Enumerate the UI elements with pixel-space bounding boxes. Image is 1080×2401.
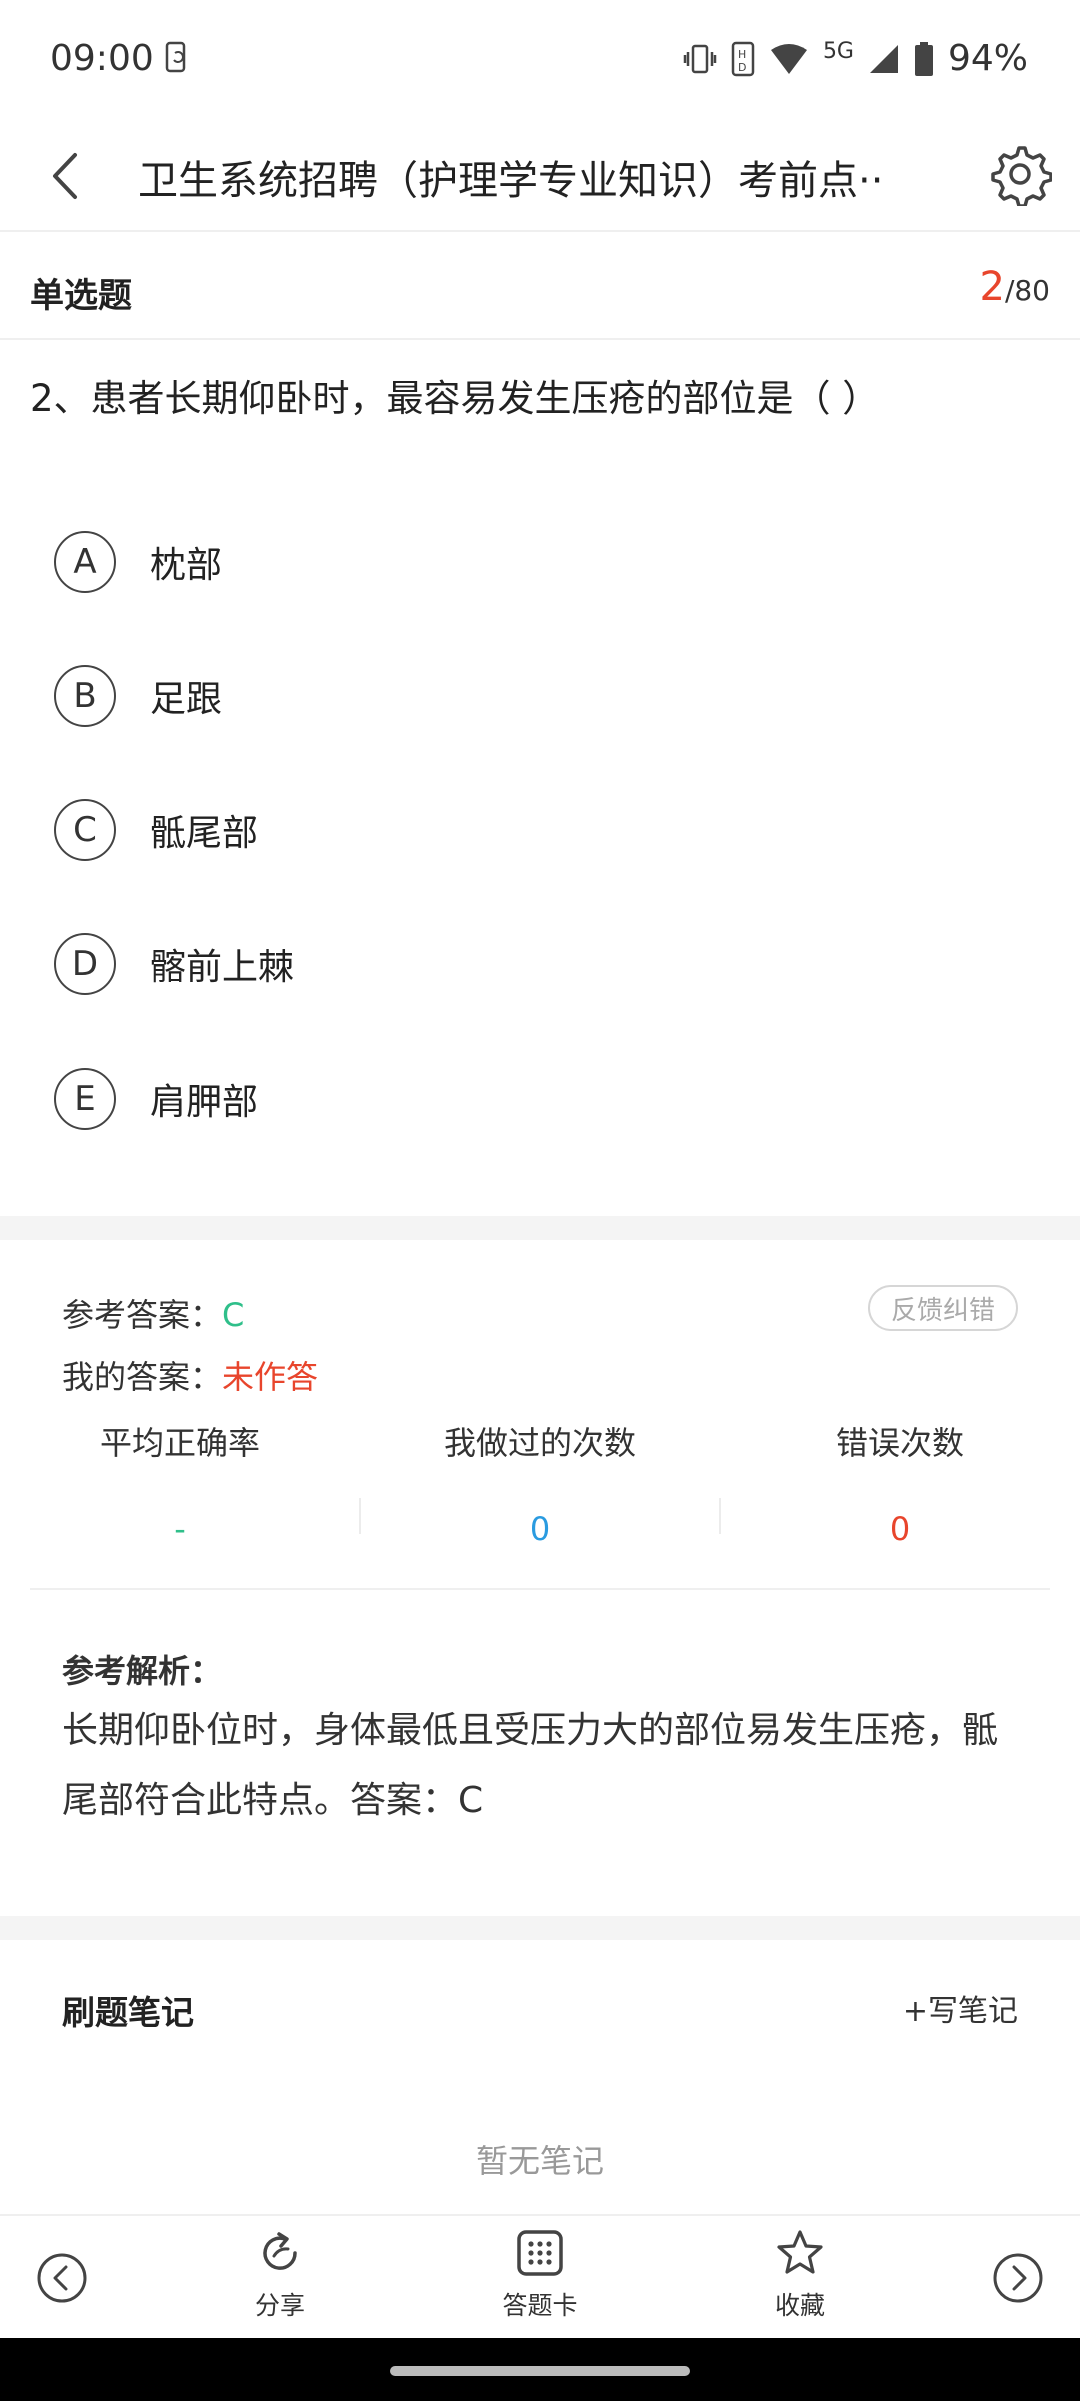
option-text: 枕部 [150,545,223,586]
option-d[interactable]: D 髂前上棘 [54,932,294,996]
data-icon: H D [731,41,755,76]
question-type-bar: 单选题 2 /80 [0,234,1080,340]
signal-icon [869,44,898,73]
section-divider [0,1216,1080,1240]
favorite-label: 收藏 [774,2291,825,2320]
star-icon [777,2230,823,2274]
share-label: 分享 [254,2291,305,2320]
answer-card-button[interactable]: 答题卡 [470,2228,610,2322]
wifi-icon: 6 [770,43,807,74]
gesture-handle[interactable] [390,2366,690,2376]
notes-title: 刷题笔记 [62,1993,194,2032]
option-text: 髂前上棘 [150,947,295,988]
svg-text:6: 6 [799,47,805,57]
section-divider [0,1916,1080,1940]
stat-label: 错误次数 [835,1424,964,1462]
network-label: 5G [822,39,854,64]
reference-answer-value: C [222,1296,245,1334]
next-icon[interactable] [992,2252,1044,2304]
option-text: 骶尾部 [150,813,259,854]
divider-line [30,1588,1050,1590]
stat-label: 我做过的次数 [443,1424,636,1462]
stat-attempt-count: 我做过的次数 0 [360,1418,720,1548]
question-total: /80 [1004,274,1050,307]
reference-answer-label: 参考答案： [62,1296,223,1334]
option-b[interactable]: B 足跟 [54,664,222,728]
bottom-toolbar: 分享 答题卡 收藏 [0,2214,1080,2338]
prev-icon[interactable] [36,2252,88,2304]
stat-error-count: 错误次数 0 [720,1418,1080,1548]
option-a[interactable]: A 枕部 [54,530,222,594]
stats-panel: 平均正确率 - 我做过的次数 0 错误次数 0 [0,1418,1080,1558]
status-icons: H D 6 5G 94% [683,38,1028,79]
option-letter: E [54,1068,116,1130]
svg-text:D: D [738,61,746,74]
gear-icon[interactable] [988,142,1052,206]
option-letter: C [54,799,116,861]
question-current-index: 2 [979,264,1005,310]
back-icon [53,153,77,199]
my-answer-value: 未作答 [222,1358,319,1396]
reference-answer-row: 参考答案：C [62,1290,244,1336]
option-letter: A [54,531,116,593]
vibrate-icon [683,44,717,73]
write-note-button[interactable]: +写笔记 [903,1986,1018,2030]
share-button[interactable]: 分享 [210,2228,350,2322]
gesture-navigation-bar [0,2338,1080,2401]
analysis-title: 参考解析： [62,1652,223,1690]
stat-value: 0 [889,1510,911,1548]
option-e[interactable]: E 肩胛部 [54,1067,258,1131]
page-title: 卫生系统招聘（护理学专业知识）考前点·· [138,158,884,204]
answer-card-icon [517,2230,563,2276]
question-progress: 2 /80 [979,264,1050,310]
question-text: 2、患者长期仰卧时，最容易发生压疮的部位是（ ） [30,377,880,420]
question-type-label: 单选题 [30,276,132,316]
option-c[interactable]: C 骶尾部 [54,798,258,862]
app-header: 卫生系统招聘（护理学专业知识）考前点·· [0,120,1080,232]
stat-label: 平均正确率 [99,1424,260,1462]
back-button[interactable] [34,144,94,208]
empty-notes-label: 暂无笔记 [475,2142,604,2180]
battery-percent: 94% [947,38,1028,79]
option-letter: B [54,665,116,727]
status-time: 09:00 [50,38,154,79]
answer-card-label: 答题卡 [502,2291,578,2320]
option-text: 肩胛部 [150,1082,259,1123]
phone-sync-icon [165,41,186,73]
stat-average-accuracy: 平均正确率 - [0,1418,360,1548]
stat-value: 0 [529,1510,551,1548]
option-text: 足跟 [150,679,223,720]
analysis-text: 长期仰卧位时，身体最低且受压力大的部位易发生压疮，骶尾部符合此特点。答案：C [62,1710,999,1821]
status-bar: 09:00 H D 6 5G 94% [0,0,1080,120]
battery-icon [914,41,933,76]
svg-text:H: H [738,48,746,61]
my-answer-row: 我的答案：未作答 [62,1352,318,1398]
favorite-button[interactable]: 收藏 [730,2228,870,2322]
stat-value: - [174,1510,186,1548]
feedback-button[interactable]: 反馈纠错 [868,1285,1018,1331]
my-answer-label: 我的答案： [62,1358,223,1396]
share-icon [263,2232,297,2270]
option-letter: D [54,933,116,995]
